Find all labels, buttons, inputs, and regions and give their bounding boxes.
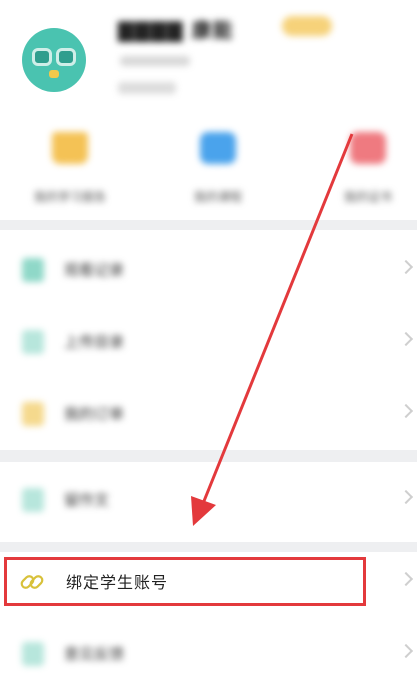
profile-subtitle (120, 56, 190, 66)
book-icon (52, 132, 88, 164)
feedback-icon (22, 642, 44, 666)
profile-id (118, 82, 176, 94)
note-icon (22, 488, 44, 512)
quick-actions: 我的学习报告 我的课程 我的证书 (0, 120, 417, 220)
chevron-right-icon (398, 331, 414, 347)
menu-item-label: 观看记录 (64, 261, 125, 279)
quick-action-study-report[interactable]: 我的学习报告 (0, 132, 140, 205)
avatar-eye-right (56, 48, 76, 66)
menu-item-label: 留作文 (64, 491, 110, 509)
profile-header[interactable]: ▇▇▇▇ 康能 (0, 0, 417, 120)
menu-item-essay[interactable]: 留作文 (0, 470, 417, 530)
quick-action-label: 我的课程 (193, 190, 242, 204)
menu-item-feedback[interactable]: 意见反馈 (0, 624, 417, 684)
chevron-right-icon (398, 259, 414, 275)
menu-group: 观看记录 上传目录 我的订单 (0, 230, 417, 450)
avatar-eye-left (32, 48, 52, 66)
menu-item-label: 意见反馈 (64, 645, 125, 663)
chevron-right-icon (398, 571, 414, 587)
menu-group: 留作文 (0, 462, 417, 542)
certificate-icon (350, 132, 386, 164)
play-icon (200, 132, 236, 164)
quick-action-label: 我的学习报告 (33, 190, 106, 204)
menu-item-label: 上传目录 (64, 333, 125, 351)
list-icon (22, 258, 44, 282)
chevron-right-icon (398, 643, 414, 659)
upload-icon (22, 330, 44, 354)
menu-item-upload[interactable]: 上传目录 (0, 312, 417, 372)
menu-item-label: 我的订单 (64, 405, 125, 423)
highlight-box (4, 557, 366, 606)
username: ▇▇▇▇ 康能 (118, 18, 234, 42)
chevron-right-icon (398, 403, 414, 419)
order-icon (22, 402, 44, 426)
menu-item-orders[interactable]: 我的订单 (0, 384, 417, 444)
quick-action-courses[interactable]: 我的课程 (148, 132, 288, 205)
chevron-right-icon (398, 489, 414, 505)
avatar-beak (49, 70, 59, 78)
quick-action-certificates[interactable]: 我的证书 (298, 132, 417, 205)
quick-action-label: 我的证书 (343, 190, 392, 204)
vip-badge[interactable] (282, 16, 332, 36)
menu-item-history[interactable]: 观看记录 (0, 240, 417, 300)
avatar[interactable] (22, 28, 86, 92)
username-tail: 康能 (191, 18, 234, 42)
